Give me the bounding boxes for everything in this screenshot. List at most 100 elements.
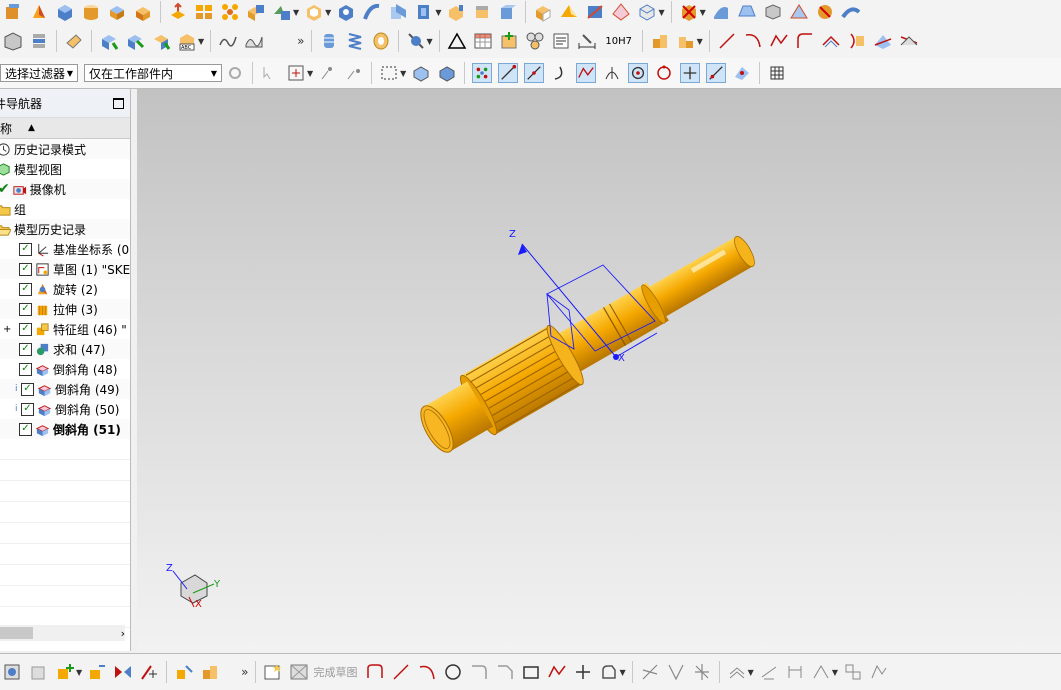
- visibility-checkbox[interactable]: ✓: [19, 342, 32, 356]
- make-corner-icon[interactable]: [692, 662, 712, 682]
- quadrant-snap-icon[interactable]: [654, 63, 674, 83]
- offset-face-icon[interactable]: [414, 2, 434, 22]
- sketch-fillet-icon[interactable]: [469, 662, 489, 682]
- table-icon[interactable]: [473, 31, 493, 51]
- delete-face-icon[interactable]: [679, 2, 699, 22]
- profile-icon[interactable]: [365, 662, 385, 682]
- visibility-checkbox[interactable]: ✓: [19, 262, 32, 276]
- grid-icon[interactable]: [767, 63, 787, 83]
- quick-extend-icon[interactable]: [666, 662, 686, 682]
- visibility-checkbox[interactable]: ✓: [21, 382, 34, 396]
- snap-icon[interactable]: [318, 63, 338, 83]
- scroll-right-icon[interactable]: ›: [121, 627, 125, 640]
- split-body-icon[interactable]: [472, 2, 492, 22]
- dropdown-arrow[interactable]: ▼: [325, 8, 331, 17]
- center-snap-icon[interactable]: [628, 63, 649, 83]
- dropdown-arrow[interactable]: ▼: [400, 69, 406, 78]
- polyline-icon[interactable]: [769, 31, 789, 51]
- assembly-constraint-icon[interactable]: [139, 662, 159, 682]
- offset-curve-icon[interactable]: [821, 31, 841, 51]
- maximize-icon[interactable]: [113, 97, 124, 109]
- relations-browser-icon[interactable]: [869, 662, 889, 682]
- shaft-model[interactable]: [410, 219, 766, 464]
- block-icon[interactable]: [55, 2, 75, 22]
- intersection-snap-icon[interactable]: [680, 63, 701, 83]
- sketch-polyline-icon[interactable]: [547, 662, 567, 682]
- select-hint-icon[interactable]: [260, 63, 280, 83]
- dimension-icon[interactable]: [577, 31, 597, 51]
- spline-icon[interactable]: [218, 31, 238, 51]
- array-icon[interactable]: [220, 2, 240, 22]
- n-sided-surface-icon[interactable]: [815, 2, 835, 22]
- visibility-checkbox[interactable]: ✓: [21, 402, 34, 416]
- edge-blend-icon[interactable]: [107, 2, 127, 22]
- tree-item-chamfer-51[interactable]: ✓ 倒斜角 (51): [0, 419, 130, 439]
- wireframe-icon[interactable]: [437, 63, 457, 83]
- visibility-checkbox[interactable]: ✓: [19, 322, 32, 336]
- constraint-icon[interactable]: [125, 31, 145, 51]
- tree-item-cameras[interactable]: ✔ 摄像机: [0, 179, 130, 199]
- tolerance-fit-icon[interactable]: 10H7: [603, 31, 635, 51]
- cube-view-icon[interactable]: [637, 2, 657, 22]
- dropdown-arrow[interactable]: ▼: [620, 668, 626, 677]
- fillet-curve-icon[interactable]: [795, 31, 815, 51]
- bom-icon[interactable]: [525, 31, 545, 51]
- spring-icon[interactable]: [345, 31, 365, 51]
- hole-icon[interactable]: [336, 2, 356, 22]
- triangle-icon[interactable]: [447, 31, 467, 51]
- grid-plus-icon[interactable]: [499, 31, 519, 51]
- sweep-icon[interactable]: [362, 2, 382, 22]
- extrude-icon[interactable]: [168, 2, 188, 22]
- horizontal-scrollbar[interactable]: ›: [0, 625, 125, 641]
- dropdown-arrow[interactable]: ▼: [697, 37, 703, 46]
- extract-curve-icon[interactable]: [899, 31, 919, 51]
- gold-blocks-icon-2[interactable]: [676, 31, 696, 51]
- sketch-point-icon[interactable]: [573, 662, 593, 682]
- selection-filter-dropdown[interactable]: 选择过滤器 ▼: [0, 64, 78, 82]
- tree-item-datum-csys[interactable]: ✓ 基准坐标系 (0): [0, 239, 130, 259]
- assembly-gold-icon[interactable]: [174, 662, 194, 682]
- tree-item-unite[interactable]: ✓ 求和 (47): [0, 339, 130, 359]
- cylinder-stack-icon[interactable]: [319, 31, 339, 51]
- gold-stack-icon[interactable]: [200, 662, 220, 682]
- perpendicular-snap-icon[interactable]: [602, 63, 622, 83]
- scrollbar-thumb[interactable]: [0, 627, 33, 639]
- scope-dropdown[interactable]: 仅在工作部件内 ▼: [84, 64, 222, 82]
- blend-face-icon[interactable]: [585, 2, 605, 22]
- move-component-icon[interactable]: [87, 662, 107, 682]
- tree-item-model-views[interactable]: 模型视图: [0, 159, 130, 179]
- project-curve-icon[interactable]: [847, 31, 867, 51]
- dimension-sketch-icon[interactable]: [785, 662, 805, 682]
- dropdown-arrow[interactable]: ▼: [658, 8, 664, 17]
- new-component-icon[interactable]: [55, 662, 75, 682]
- abc-component-icon[interactable]: ABC: [177, 31, 197, 51]
- replace-face-icon[interactable]: [498, 2, 518, 22]
- chamfer-icon[interactable]: [133, 2, 153, 22]
- washer-icon[interactable]: [371, 31, 391, 51]
- point-on-curve-snap-icon[interactable]: [706, 63, 727, 83]
- snap-icon-2[interactable]: [344, 63, 364, 83]
- dropdown-arrow[interactable]: ▼: [76, 668, 82, 677]
- visibility-checkbox[interactable]: ✓: [19, 302, 32, 316]
- midpoint-snap-icon[interactable]: [524, 63, 545, 83]
- revolve-icon[interactable]: [29, 2, 49, 22]
- quick-trim-icon[interactable]: [640, 662, 660, 682]
- dropdown-arrow[interactable]: ▼: [700, 8, 706, 17]
- trim-body-icon[interactable]: [388, 2, 408, 22]
- tree-item-chamfer-48[interactable]: ✓ 倒斜角 (48): [0, 359, 130, 379]
- mirror-curve-icon[interactable]: [759, 662, 779, 682]
- bounded-plane-icon[interactable]: [789, 2, 809, 22]
- assembly-move-icon[interactable]: [99, 31, 119, 51]
- dropdown-arrow[interactable]: ▼: [307, 69, 313, 78]
- tree-item-revolve[interactable]: ✓ 旋转 (2): [0, 279, 130, 299]
- note-icon[interactable]: [551, 31, 571, 51]
- mirror-assembly-icon[interactable]: [151, 31, 171, 51]
- tree-item-chamfer-49[interactable]: i ✓ 倒斜角 (49): [0, 379, 130, 399]
- view-triad[interactable]: Z Y X: [166, 563, 221, 610]
- dropdown-arrow[interactable]: ▼: [435, 8, 441, 17]
- show-constraints-icon[interactable]: [843, 662, 863, 682]
- snap-all-icon[interactable]: [472, 63, 493, 83]
- visibility-checkbox[interactable]: ✓: [19, 282, 32, 296]
- endpoint-snap-icon[interactable]: [498, 63, 519, 83]
- graphics-canvas[interactable]: Z X Z Y X: [137, 89, 1061, 651]
